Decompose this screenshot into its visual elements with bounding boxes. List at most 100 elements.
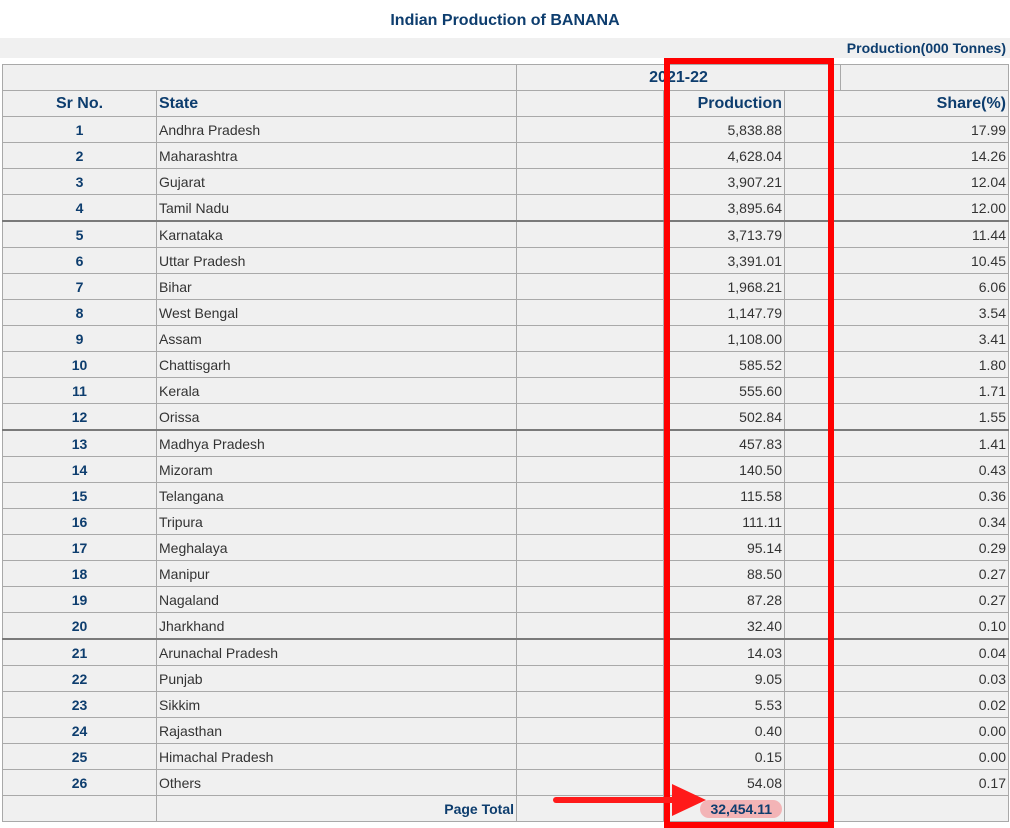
state-header: State: [156, 90, 517, 117]
production-cell: 1,108.00: [663, 325, 785, 352]
share-cell: 14.26: [784, 142, 1009, 169]
state-cell: Maharashtra: [156, 142, 517, 169]
sr-no-cell: 8: [2, 299, 157, 326]
spacer-cell: [516, 743, 664, 770]
sr-no-cell: 21: [2, 638, 157, 666]
unit-label: Production(000 Tonnes): [846, 40, 1006, 56]
production-cell: 9.05: [663, 665, 785, 692]
production-cell: 585.52: [663, 351, 785, 378]
spacer-cell: [516, 194, 664, 222]
state-cell: Madhya Pradesh: [156, 429, 517, 457]
share-cell: 6.06: [784, 273, 1009, 300]
year-header: 2021-22: [516, 64, 841, 91]
table-row: 1 Andhra Pradesh 5,838.88 17.99: [2, 116, 1009, 143]
table-row: 6 Uttar Pradesh 3,391.01 10.45: [2, 247, 1009, 274]
share-cell: 12.00: [784, 194, 1009, 222]
production-cell: 3,895.64: [663, 194, 785, 222]
production-cell: 88.50: [663, 560, 785, 587]
table-row: 3 Gujarat 3,907.21 12.04: [2, 168, 1009, 195]
sr-no-cell: 7: [2, 273, 157, 300]
sr-no-cell: 24: [2, 717, 157, 744]
table-row: 4 Tamil Nadu 3,895.64 12.00: [2, 194, 1009, 222]
share-cell: 0.00: [784, 743, 1009, 770]
table-row: 8 West Bengal 1,147.79 3.54: [2, 299, 1009, 326]
state-cell: Punjab: [156, 665, 517, 692]
production-cell: 3,391.01: [663, 247, 785, 274]
spacer-header: [516, 90, 664, 117]
spacer-cell: [516, 116, 664, 143]
spacer-cell: [516, 456, 664, 483]
state-cell: Nagaland: [156, 586, 517, 613]
spacer-cell: [516, 429, 664, 457]
spacer-cell: [516, 482, 664, 509]
state-cell: Andhra Pradesh: [156, 116, 517, 143]
table-row: 26 Others 54.08 0.17: [2, 769, 1009, 796]
spacer-cell: [516, 220, 664, 248]
sr-no-cell: 25: [2, 743, 157, 770]
year-header-row: 2021-22: [2, 64, 1009, 91]
table-row: 5 Karnataka 3,713.79 11.44: [2, 220, 1009, 248]
sr-no-cell: 16: [2, 508, 157, 535]
sr-no-cell: 13: [2, 429, 157, 457]
sr-no-header: Sr No.: [2, 90, 157, 117]
spacer-cell: [516, 665, 664, 692]
table-row: 11 Kerala 555.60 1.71: [2, 377, 1009, 404]
state-cell: West Bengal: [156, 299, 517, 326]
state-cell: Bihar: [156, 273, 517, 300]
production-cell: 502.84: [663, 403, 785, 431]
sr-no-cell: 14: [2, 456, 157, 483]
share-cell: 0.34: [784, 508, 1009, 535]
production-cell: 32.40: [663, 612, 785, 640]
state-cell: Gujarat: [156, 168, 517, 195]
table-row: 2 Maharashtra 4,628.04 14.26: [2, 142, 1009, 169]
production-cell: 87.28: [663, 586, 785, 613]
sr-no-cell: 3: [2, 168, 157, 195]
spacer-cell: [516, 247, 664, 274]
sr-no-cell: 22: [2, 665, 157, 692]
table-row: 19 Nagaland 87.28 0.27: [2, 586, 1009, 613]
state-cell: Rajasthan: [156, 717, 517, 744]
share-cell: 0.03: [784, 665, 1009, 692]
column-header-row: Sr No. State Production Share(%): [2, 90, 1009, 117]
sr-no-cell: 23: [2, 691, 157, 718]
production-cell: 4,628.04: [663, 142, 785, 169]
spacer-cell: [516, 769, 664, 796]
state-cell: Assam: [156, 325, 517, 352]
table-row: 14 Mizoram 140.50 0.43: [2, 456, 1009, 483]
share-cell: 0.27: [784, 560, 1009, 587]
spacer-cell: [516, 691, 664, 718]
total-row: Page Total 32,454.11: [2, 795, 1009, 822]
share-cell: 0.43: [784, 456, 1009, 483]
production-cell: 14.03: [663, 638, 785, 666]
state-cell: Arunachal Pradesh: [156, 638, 517, 666]
spacer-cell: [516, 403, 664, 431]
spacer-cell: [516, 325, 664, 352]
table-row: 9 Assam 1,108.00 3.41: [2, 325, 1009, 352]
table-row: 16 Tripura 111.11 0.34: [2, 508, 1009, 535]
spacer-cell: [516, 168, 664, 195]
state-cell: Manipur: [156, 560, 517, 587]
production-cell: 95.14: [663, 534, 785, 561]
state-cell: Kerala: [156, 377, 517, 404]
page-total-label: Page Total: [156, 795, 517, 822]
production-cell: 140.50: [663, 456, 785, 483]
spacer-cell: [516, 560, 664, 587]
share-cell: 0.00: [784, 717, 1009, 744]
table-row: 24 Rajasthan 0.40 0.00: [2, 717, 1009, 744]
sr-no-cell: 19: [2, 586, 157, 613]
table-row: 7 Bihar 1,968.21 6.06: [2, 273, 1009, 300]
spacer-cell: [516, 717, 664, 744]
state-cell: Tamil Nadu: [156, 194, 517, 222]
share-cell: 1.80: [784, 351, 1009, 378]
table-row: 18 Manipur 88.50 0.27: [2, 560, 1009, 587]
total-spacer: [2, 795, 157, 822]
spacer-cell: [516, 377, 664, 404]
unit-bar: Production(000 Tonnes): [0, 38, 1010, 58]
arrow-shaft: [553, 797, 683, 803]
production-cell: 1,968.21: [663, 273, 785, 300]
state-cell: Sikkim: [156, 691, 517, 718]
spacer-cell: [516, 586, 664, 613]
share-cell: 0.04: [784, 638, 1009, 666]
table-row: 13 Madhya Pradesh 457.83 1.41: [2, 429, 1009, 457]
spacer-cell: [516, 142, 664, 169]
